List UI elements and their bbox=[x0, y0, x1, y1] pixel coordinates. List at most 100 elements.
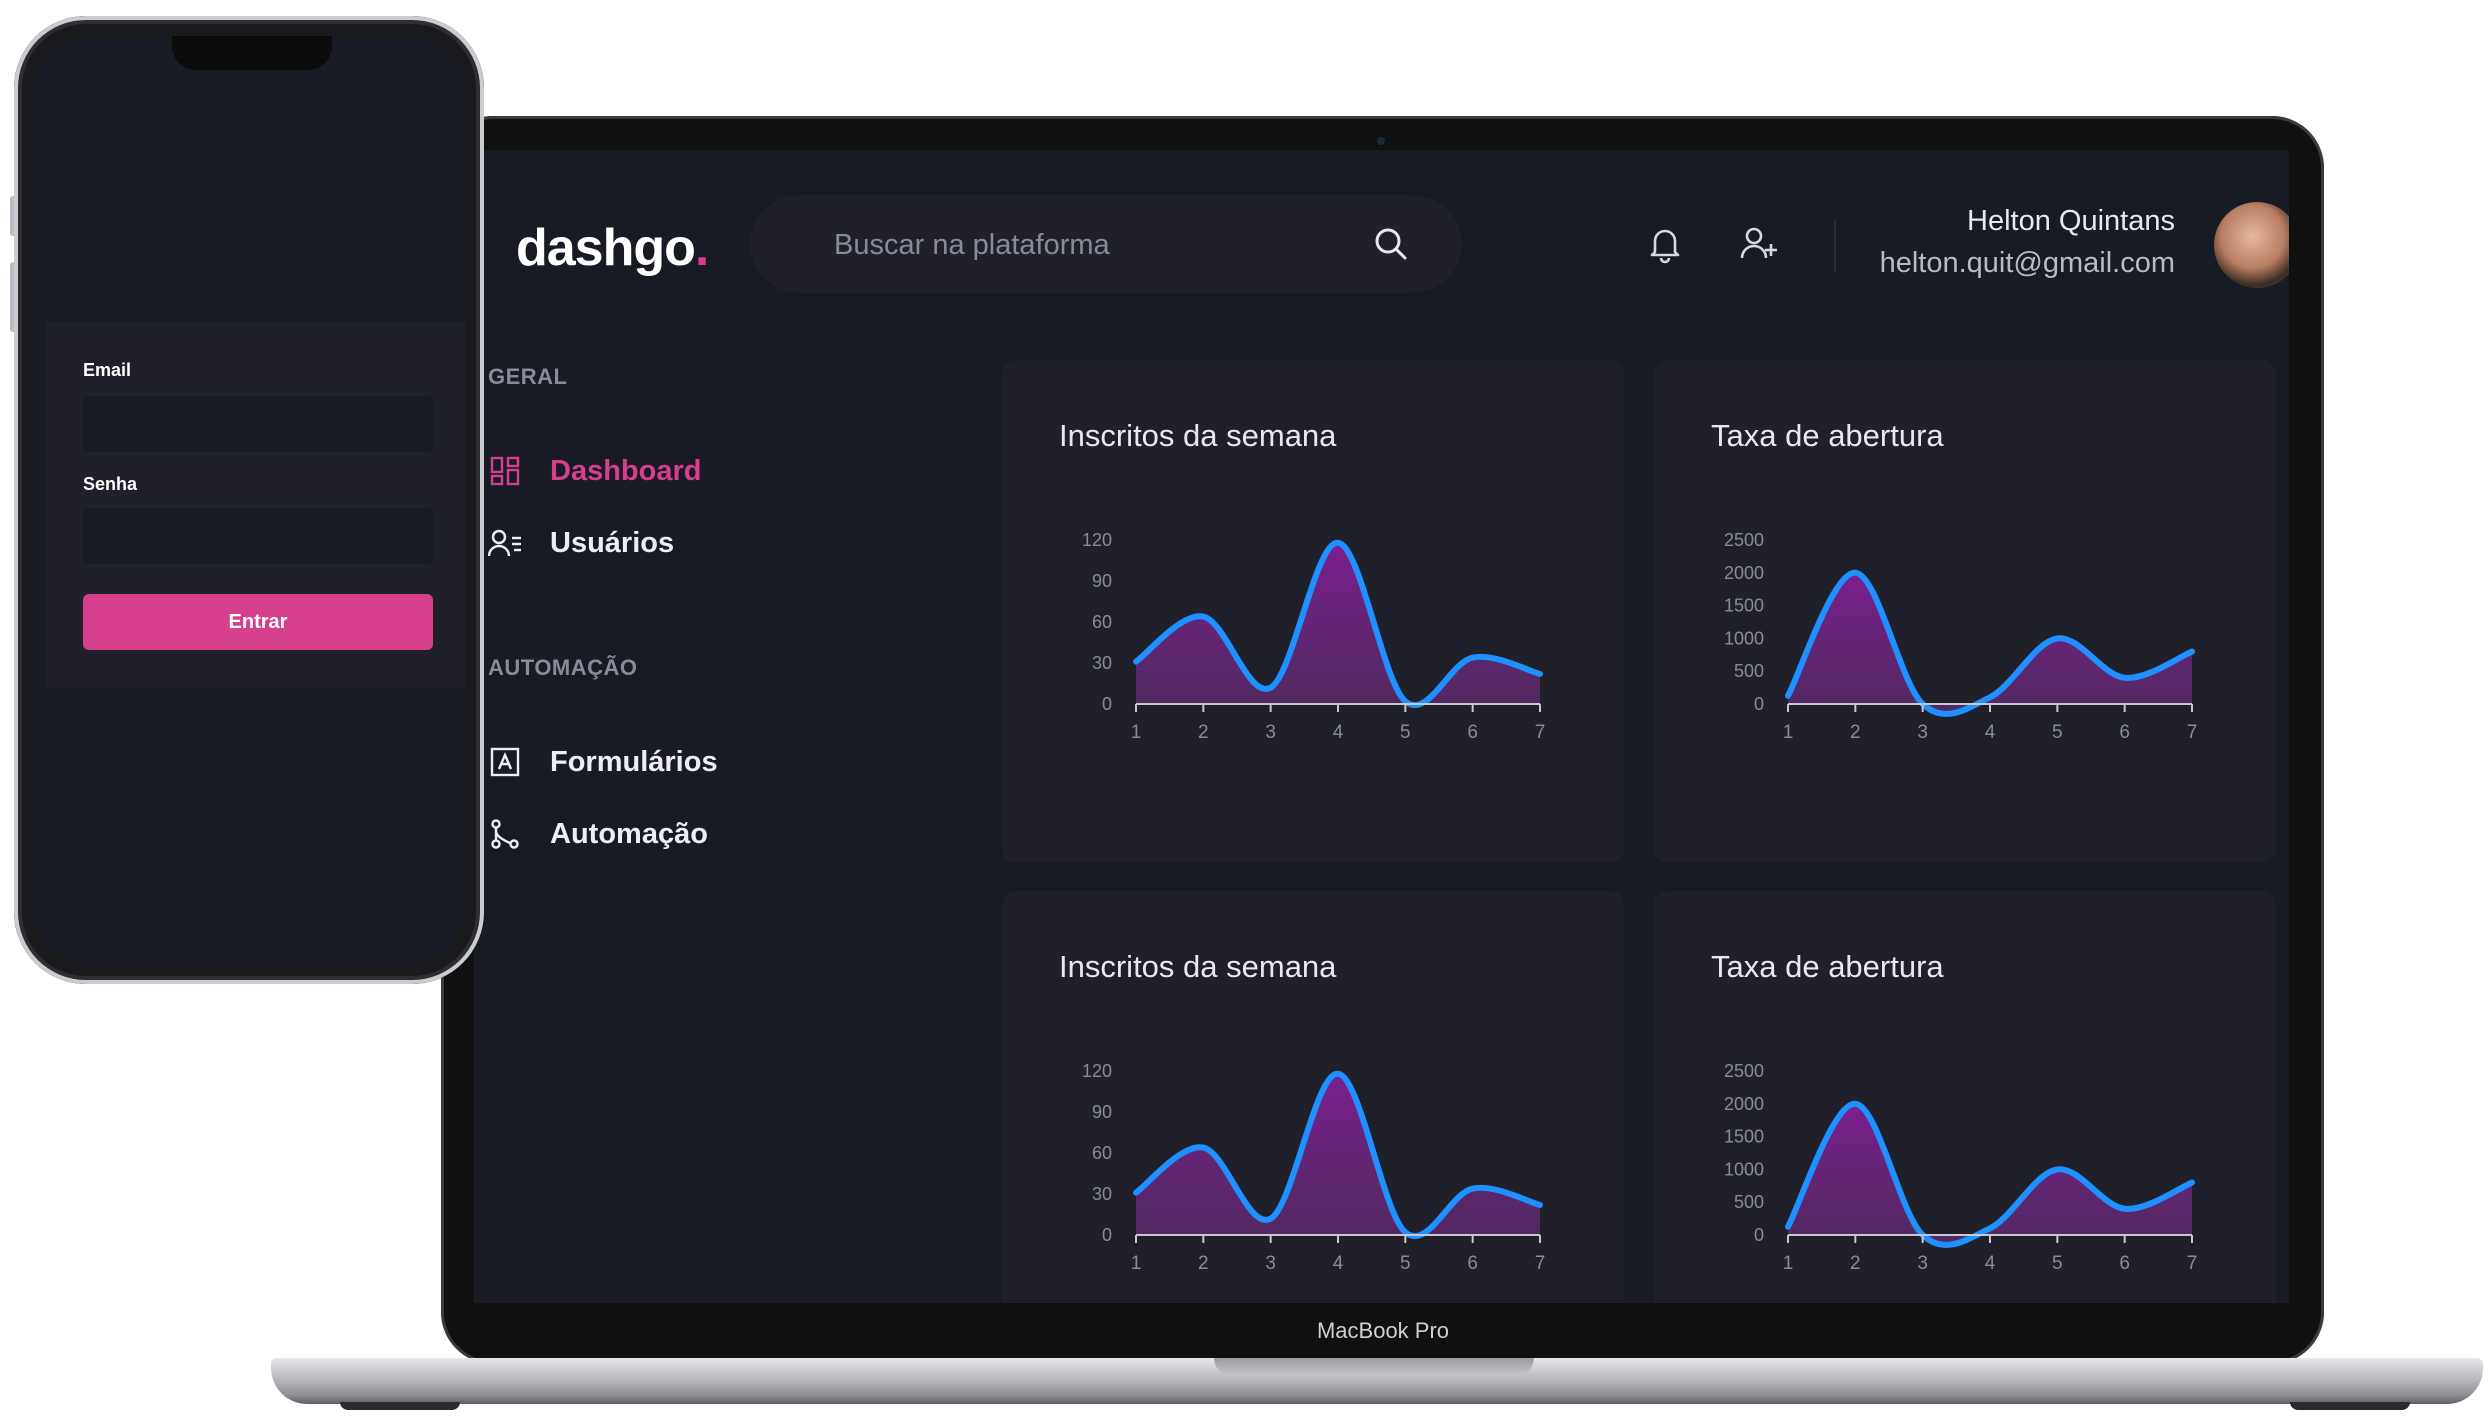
chart-point bbox=[1337, 542, 1339, 544]
chart-card: Taxa de abertura 0 500 1000 1500 2000 2500 1 2 3… bbox=[1654, 360, 2276, 863]
y-tick-label: 0 bbox=[1102, 694, 1112, 714]
x-tick-label: 3 bbox=[1265, 1253, 1276, 1274]
y-tick-label: 1500 bbox=[1724, 596, 1764, 616]
y-tick-label: 500 bbox=[1734, 1192, 1764, 1212]
chart-point bbox=[1135, 661, 1137, 663]
x-tick-label: 7 bbox=[1535, 722, 1546, 743]
form-icon bbox=[488, 745, 522, 779]
y-tick-label: 2500 bbox=[1724, 530, 1764, 550]
laptop-brand-label: MacBook Pro bbox=[1316, 1318, 1450, 1343]
x-tick-label: 3 bbox=[1265, 722, 1276, 743]
chart-point bbox=[1404, 700, 1406, 702]
chart-point bbox=[1472, 657, 1474, 659]
sidebar-item-label: Dashboard bbox=[550, 454, 702, 487]
chart-point bbox=[2191, 651, 2193, 653]
password-field[interactable] bbox=[83, 508, 433, 564]
x-tick-label: 6 bbox=[2119, 722, 2130, 743]
sidebar-item-label: Formulários bbox=[550, 745, 718, 778]
chart-point bbox=[1854, 572, 1856, 574]
x-tick-label: 6 bbox=[1467, 722, 1478, 743]
chart-point bbox=[2056, 1168, 2058, 1170]
y-tick-label: 1000 bbox=[1724, 628, 1764, 648]
y-tick-label: 0 bbox=[1102, 1225, 1112, 1245]
users-icon bbox=[488, 526, 522, 560]
chart-point bbox=[1270, 1218, 1272, 1220]
chart-point bbox=[1989, 1227, 1991, 1229]
dashboard-screen: dashgo. Buscar na plataforma Helton Quin… bbox=[474, 150, 2289, 1303]
y-tick-label: 0 bbox=[1754, 694, 1764, 714]
y-tick-label: 120 bbox=[1082, 530, 1112, 550]
chart-point bbox=[1922, 1234, 1924, 1236]
email-field[interactable] bbox=[83, 396, 433, 452]
y-tick-label: 120 bbox=[1082, 1061, 1112, 1081]
y-tick-label: 60 bbox=[1092, 1143, 1112, 1163]
chart-card: Inscritos da semana 0 30 60 90 120 1 2 3 4 5 6 7 bbox=[1002, 891, 1624, 1303]
chart-point bbox=[1787, 1226, 1789, 1228]
chart: 0 500 1000 1500 2000 2500 1 2 3 4 5 6 7 bbox=[1724, 1061, 2197, 1274]
nav-section-geral: GERAL bbox=[488, 364, 568, 389]
chart-point bbox=[2191, 1182, 2193, 1184]
search-bar[interactable]: Buscar na plataforma bbox=[750, 195, 1462, 293]
x-tick-label: 2 bbox=[1850, 722, 1861, 743]
x-tick-label: 1 bbox=[1131, 722, 1142, 743]
sidebar-item-dashboard[interactable]: Dashboard bbox=[488, 451, 701, 491]
x-tick-label: 4 bbox=[1985, 1253, 1996, 1274]
chart-point bbox=[1202, 1147, 1204, 1149]
chart-point bbox=[2056, 637, 2058, 639]
chart-card: Inscritos da semana 0 30 60 90 120 1 2 3 4 5 6 7 bbox=[1002, 360, 1624, 863]
x-tick-label: 5 bbox=[2052, 1253, 2063, 1274]
chart-area bbox=[1136, 542, 1540, 706]
y-tick-label: 2000 bbox=[1724, 563, 1764, 583]
x-tick-label: 1 bbox=[1783, 722, 1794, 743]
x-tick-label: 4 bbox=[1333, 722, 1344, 743]
x-tick-label: 6 bbox=[2119, 1253, 2130, 1274]
x-tick-label: 2 bbox=[1198, 1253, 1209, 1274]
sidebar-item-label: Usuários bbox=[550, 526, 675, 559]
chart-point bbox=[1337, 1073, 1339, 1075]
chart-point bbox=[1539, 1204, 1541, 1206]
logo[interactable]: dashgo. bbox=[516, 218, 709, 278]
x-tick-label: 5 bbox=[1400, 1253, 1411, 1274]
x-tick-label: 5 bbox=[1400, 722, 1411, 743]
x-tick-label: 1 bbox=[1131, 1253, 1142, 1274]
chart-point bbox=[1787, 695, 1789, 697]
login-form: Email Senha Entrar bbox=[47, 322, 465, 688]
y-tick-label: 90 bbox=[1092, 1102, 1112, 1122]
x-tick-label: 7 bbox=[1535, 1253, 1546, 1274]
chart-point bbox=[1989, 696, 1991, 698]
sidebar-item-formularios[interactable]: Formulários bbox=[488, 742, 718, 782]
y-tick-label: 90 bbox=[1092, 571, 1112, 591]
y-tick-label: 60 bbox=[1092, 612, 1112, 632]
chart: 0 30 60 90 120 1 2 3 4 5 6 7 bbox=[1082, 1061, 1546, 1274]
phone-notch bbox=[172, 36, 332, 70]
user-email: helton.quit@gmail.com bbox=[1879, 247, 2175, 279]
email-label: Email bbox=[83, 360, 132, 380]
chart: 0 500 1000 1500 2000 2500 1 2 3 4 5 6 7 bbox=[1724, 530, 2198, 743]
chart-point bbox=[2124, 1208, 2126, 1210]
x-tick-label: 5 bbox=[2052, 722, 2063, 743]
chart-point bbox=[1472, 1188, 1474, 1190]
chart-area bbox=[1788, 572, 2192, 714]
avatar[interactable] bbox=[2214, 202, 2289, 288]
x-tick-label: 2 bbox=[1198, 722, 1209, 743]
laptop-foot bbox=[2290, 1402, 2410, 1410]
x-tick-label: 3 bbox=[1917, 1253, 1928, 1274]
bell-icon[interactable] bbox=[1646, 224, 1684, 269]
laptop-foot bbox=[340, 1402, 460, 1410]
x-tick-label: 7 bbox=[2187, 722, 2198, 743]
x-tick-label: 2 bbox=[1850, 1253, 1861, 1274]
chart-point bbox=[1539, 673, 1541, 675]
chart-card: Taxa de abertura 0 500 1000 1500 2000 2500 1 2 3… bbox=[1654, 891, 2276, 1303]
chart-point bbox=[1270, 687, 1272, 689]
y-tick-label: 1500 bbox=[1724, 1127, 1764, 1147]
y-tick-label: 30 bbox=[1092, 653, 1112, 673]
password-label: Senha bbox=[83, 474, 138, 494]
chart-point bbox=[2124, 677, 2126, 679]
laptop-camera bbox=[1377, 137, 1385, 145]
sidebar-item-usuarios[interactable]: Usuários bbox=[488, 523, 674, 563]
sidebar-item-automacao[interactable]: Automação bbox=[488, 814, 708, 854]
search-input[interactable]: Buscar na plataforma bbox=[834, 229, 1110, 262]
search-icon[interactable] bbox=[1372, 225, 1410, 268]
user-add-icon[interactable] bbox=[1739, 224, 1779, 269]
submit-button[interactable]: Entrar bbox=[83, 594, 433, 650]
